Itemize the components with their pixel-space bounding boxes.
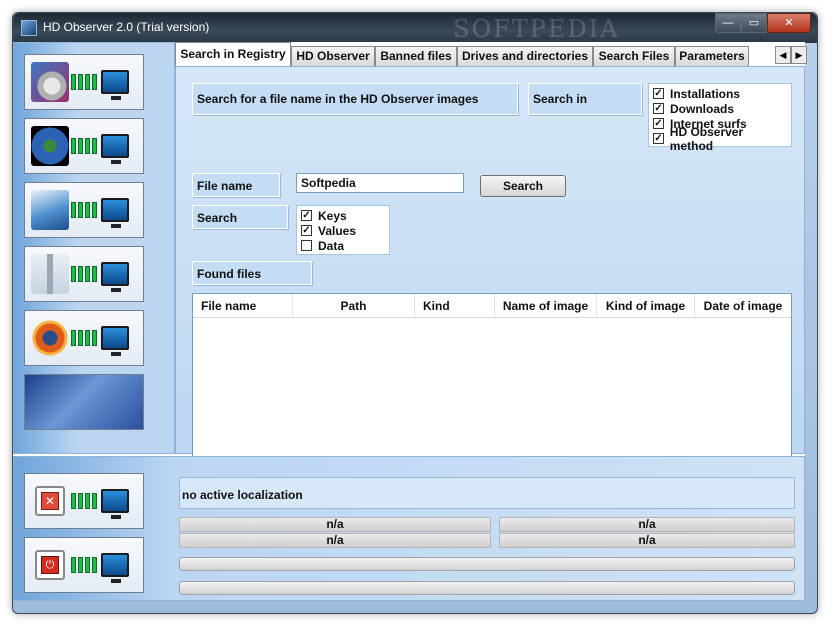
monitor-icon <box>101 262 129 292</box>
monitor-icon <box>101 70 129 100</box>
close-button[interactable]: ✕ <box>767 13 811 33</box>
watermark: SOFTPEDIA <box>453 15 620 43</box>
power-icon: ⏻ <box>41 556 59 574</box>
status-cell: n/a <box>499 517 795 532</box>
surf-icon <box>31 190 69 230</box>
tab-search-files[interactable]: Search Files <box>593 46 675 66</box>
tab-strip: Search in Registry HD Observer Banned fi… <box>175 42 807 66</box>
checkbox-values[interactable]: ✓ Values <box>301 223 385 238</box>
nav-internet-surfs-button[interactable] <box>24 182 144 238</box>
unchecked-box-icon[interactable] <box>301 240 312 251</box>
file-name-input[interactable] <box>296 173 464 193</box>
monitor-icon <box>101 198 129 228</box>
tab-hd-observer[interactable]: HD Observer <box>291 46 375 66</box>
check-icon[interactable]: ✓ <box>653 118 664 129</box>
localization-status: no active localization <box>179 477 795 509</box>
search-in-checkgroup: ✓ Installations ✓ Downloads ✓ Internet surf… <box>648 83 792 153</box>
stop-icon: ✕ <box>41 492 59 510</box>
column-name-of-image[interactable]: Name of image <box>495 294 597 317</box>
window-title: HD Observer 2.0 (Trial version) <box>43 20 210 34</box>
monitor-icon <box>101 134 129 164</box>
left-nav-panel <box>13 42 175 454</box>
progress-bar <box>179 557 795 571</box>
app-icon[interactable] <box>21 20 37 36</box>
maximize-button[interactable]: ▭ <box>741 13 767 33</box>
file-name-label: File name <box>192 173 280 197</box>
checkbox-keys[interactable]: ✓ Keys <box>301 208 385 223</box>
search-label: Search <box>192 205 288 229</box>
nav-installations-button[interactable] <box>24 54 144 110</box>
tab-search-in-registry[interactable]: Search in Registry <box>175 42 291 66</box>
monitor-icon <box>101 489 129 519</box>
column-kind-of-image[interactable]: Kind of image <box>597 294 695 317</box>
minimize-button[interactable]: — <box>715 13 741 33</box>
found-files-label: Found files <box>192 261 312 285</box>
nav-banned-button[interactable] <box>24 310 144 366</box>
search-in-label: Search in <box>528 83 642 115</box>
check-icon[interactable]: ✓ <box>653 133 664 144</box>
table-header: File name Path Kind Name of image Kind o… <box>193 294 791 318</box>
check-icon[interactable]: ✓ <box>653 103 664 114</box>
antenna-icon <box>31 254 69 294</box>
column-file-name[interactable]: File name <box>193 294 293 317</box>
status-cell: n/a <box>179 533 491 548</box>
check-icon[interactable]: ✓ <box>653 88 664 99</box>
status-cell: n/a <box>499 533 795 548</box>
explosion-icon <box>31 318 69 358</box>
column-date-of-image[interactable]: Date of image <box>695 294 791 317</box>
nav-downloads-button[interactable] <box>24 118 144 174</box>
client-area: Search in Registry HD Observer Banned fi… <box>13 42 807 601</box>
status-cell: n/a <box>179 517 491 532</box>
tab-drives-and-directories[interactable]: Drives and directories <box>457 46 593 66</box>
stop-button[interactable]: ✕ <box>24 473 144 529</box>
monitor-icon <box>101 326 129 356</box>
tab-scroll-right-button[interactable]: ▶ <box>791 46 807 64</box>
hd-observer-logo-icon <box>25 375 143 429</box>
column-kind[interactable]: Kind <box>415 294 495 317</box>
column-path[interactable]: Path <box>293 294 415 317</box>
checkbox-hd-observer-method[interactable]: ✓ HD Observer method <box>653 125 787 153</box>
power-button[interactable]: ⏻ <box>24 537 144 593</box>
checkbox-installations[interactable]: ✓ Installations <box>653 86 787 101</box>
checkbox-downloads[interactable]: ✓ Downloads <box>653 101 787 116</box>
search-checkgroup: ✓ Keys ✓ Values Data <box>296 205 390 255</box>
panel-heading: Search for a file name in the HD Observe… <box>192 83 518 115</box>
nav-hd-observer-button[interactable] <box>24 374 144 430</box>
tab-scroll-left-button[interactable]: ◀ <box>775 46 791 64</box>
globe-icon <box>31 126 69 166</box>
title-bar[interactable]: HD Observer 2.0 (Trial version) SOFTPEDI… <box>13 13 817 43</box>
monitor-icon <box>101 553 129 583</box>
nav-method-button[interactable] <box>24 246 144 302</box>
tab-banned-files[interactable]: Banned files <box>375 46 457 66</box>
checkbox-data[interactable]: Data <box>301 238 385 253</box>
status-panel: ✕ ⏻ no active localization n/a n/a n/a n… <box>13 456 805 601</box>
tab-parameters[interactable]: Parameters <box>675 46 749 66</box>
check-icon[interactable]: ✓ <box>301 210 312 221</box>
search-button[interactable]: Search <box>480 175 566 197</box>
search-in-registry-panel: Search for a file name in the HD Observe… <box>175 66 805 485</box>
cd-install-icon <box>31 62 69 102</box>
progress-bar <box>179 581 795 595</box>
check-icon[interactable]: ✓ <box>301 225 312 236</box>
